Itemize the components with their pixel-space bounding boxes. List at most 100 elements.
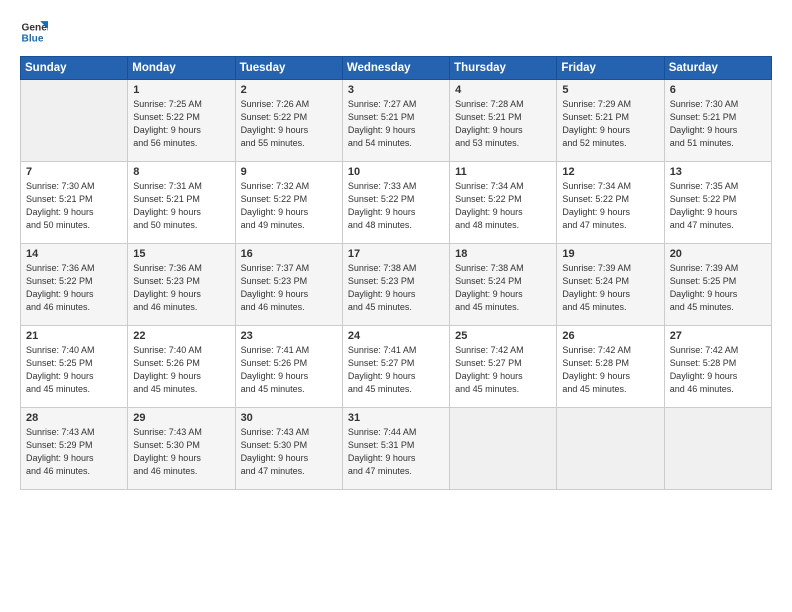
calendar-cell: 15 Sunrise: 7:36 AM Sunset: 5:23 PM Dayli… [128,244,235,326]
calendar-cell: 21 Sunrise: 7:40 AM Sunset: 5:25 PM Dayli… [21,326,128,408]
day-info: Sunrise: 7:25 AM Sunset: 5:22 PM Dayligh… [133,98,230,150]
calendar-cell: 31Sunrise: 7:44 AM Sunset: 5:31 PM Dayli… [342,408,449,490]
calendar-cell: 13 Sunrise: 7:35 AM Sunset: 5:22 PM Dayli… [664,162,771,244]
calendar-cell: 20 Sunrise: 7:39 AM Sunset: 5:25 PM Dayli… [664,244,771,326]
day-number: 29 [133,412,230,424]
svg-text:Blue: Blue [22,33,44,44]
day-number: 2 [241,84,338,96]
day-info: Sunrise: 7:29 AM Sunset: 5:21 PM Dayligh… [562,98,659,150]
weekday-header: Wednesday [342,57,449,80]
day-info: Sunrise: 7:27 AM Sunset: 5:21 PM Dayligh… [348,98,445,150]
day-number: 23 [241,330,338,342]
day-number: 15 [133,248,230,260]
weekday-header: Monday [128,57,235,80]
logo: General Blue [20,18,48,46]
day-number: 24 [348,330,445,342]
day-info: Sunrise: 7:32 AM Sunset: 5:22 PM Dayligh… [241,180,338,232]
calendar-cell: 26Sunrise: 7:42 AM Sunset: 5:28 PM Dayli… [557,326,664,408]
day-info: Sunrise: 7:39 AM Sunset: 5:25 PM Dayligh… [670,262,767,314]
day-number: 11 [455,166,552,178]
day-info: Sunrise: 7:30 AM Sunset: 5:21 PM Dayligh… [26,180,123,232]
calendar-cell: 30 Sunrise: 7:43 AM Sunset: 5:30 PM Dayli… [235,408,342,490]
calendar-cell: 25 Sunrise: 7:42 AM Sunset: 5:27 PM Dayli… [450,326,557,408]
calendar-cell: 1 Sunrise: 7:25 AM Sunset: 5:22 PM Daylig… [128,80,235,162]
calendar-cell: 18 Sunrise: 7:38 AM Sunset: 5:24 PM Dayli… [450,244,557,326]
calendar-cell: 29Sunrise: 7:43 AM Sunset: 5:30 PM Dayli… [128,408,235,490]
day-info: Sunrise: 7:38 AM Sunset: 5:24 PM Dayligh… [455,262,552,314]
day-info: Sunrise: 7:35 AM Sunset: 5:22 PM Dayligh… [670,180,767,232]
day-number: 16 [241,248,338,260]
day-number: 30 [241,412,338,424]
day-info: Sunrise: 7:36 AM Sunset: 5:22 PM Dayligh… [26,262,123,314]
weekday-header: Friday [557,57,664,80]
calendar-cell: 5 Sunrise: 7:29 AM Sunset: 5:21 PM Daylig… [557,80,664,162]
day-number: 14 [26,248,123,260]
calendar-cell [450,408,557,490]
calendar-cell: 3 Sunrise: 7:27 AM Sunset: 5:21 PM Daylig… [342,80,449,162]
day-info: Sunrise: 7:38 AM Sunset: 5:23 PM Dayligh… [348,262,445,314]
day-info: Sunrise: 7:34 AM Sunset: 5:22 PM Dayligh… [455,180,552,232]
calendar-cell: 7 Sunrise: 7:30 AM Sunset: 5:21 PM Daylig… [21,162,128,244]
calendar-cell: 9 Sunrise: 7:32 AM Sunset: 5:22 PM Daylig… [235,162,342,244]
calendar-cell [664,408,771,490]
weekday-header: Thursday [450,57,557,80]
day-number: 17 [348,248,445,260]
calendar-cell: 2Sunrise: 7:26 AM Sunset: 5:22 PM Daylig… [235,80,342,162]
day-number: 4 [455,84,552,96]
calendar-cell: 28 Sunrise: 7:43 AM Sunset: 5:29 PM Dayli… [21,408,128,490]
day-number: 20 [670,248,767,260]
day-info: Sunrise: 7:31 AM Sunset: 5:21 PM Dayligh… [133,180,230,232]
weekday-header: Saturday [664,57,771,80]
calendar-cell: 4 Sunrise: 7:28 AM Sunset: 5:21 PM Daylig… [450,80,557,162]
day-number: 18 [455,248,552,260]
calendar-cell: 27 Sunrise: 7:42 AM Sunset: 5:28 PM Dayli… [664,326,771,408]
day-info: Sunrise: 7:34 AM Sunset: 5:22 PM Dayligh… [562,180,659,232]
day-info: Sunrise: 7:40 AM Sunset: 5:25 PM Dayligh… [26,344,123,396]
day-info: Sunrise: 7:36 AM Sunset: 5:23 PM Dayligh… [133,262,230,314]
calendar-cell [557,408,664,490]
calendar-cell: 19 Sunrise: 7:39 AM Sunset: 5:24 PM Dayli… [557,244,664,326]
day-info: Sunrise: 7:42 AM Sunset: 5:27 PM Dayligh… [455,344,552,396]
day-number: 27 [670,330,767,342]
day-number: 1 [133,84,230,96]
day-number: 26 [562,330,659,342]
day-number: 9 [241,166,338,178]
day-number: 28 [26,412,123,424]
day-number: 19 [562,248,659,260]
calendar-cell: 10 Sunrise: 7:33 AM Sunset: 5:22 PM Dayli… [342,162,449,244]
day-number: 3 [348,84,445,96]
day-info: Sunrise: 7:41 AM Sunset: 5:26 PM Dayligh… [241,344,338,396]
day-number: 12 [562,166,659,178]
calendar-table: SundayMondayTuesdayWednesdayThursdayFrid… [20,56,772,490]
day-number: 5 [562,84,659,96]
day-number: 7 [26,166,123,178]
day-info: Sunrise: 7:37 AM Sunset: 5:23 PM Dayligh… [241,262,338,314]
logo-icon: General Blue [20,18,48,46]
calendar-cell: 11 Sunrise: 7:34 AM Sunset: 5:22 PM Dayli… [450,162,557,244]
calendar-cell: 14 Sunrise: 7:36 AM Sunset: 5:22 PM Dayli… [21,244,128,326]
day-number: 6 [670,84,767,96]
day-info: Sunrise: 7:39 AM Sunset: 5:24 PM Dayligh… [562,262,659,314]
header: General Blue [20,18,772,46]
calendar-cell: 17 Sunrise: 7:38 AM Sunset: 5:23 PM Dayli… [342,244,449,326]
day-number: 25 [455,330,552,342]
day-info: Sunrise: 7:43 AM Sunset: 5:29 PM Dayligh… [26,426,123,478]
day-number: 8 [133,166,230,178]
day-info: Sunrise: 7:28 AM Sunset: 5:21 PM Dayligh… [455,98,552,150]
day-number: 10 [348,166,445,178]
calendar-cell: 16 Sunrise: 7:37 AM Sunset: 5:23 PM Dayli… [235,244,342,326]
calendar-cell: 8 Sunrise: 7:31 AM Sunset: 5:21 PM Daylig… [128,162,235,244]
day-number: 21 [26,330,123,342]
day-info: Sunrise: 7:43 AM Sunset: 5:30 PM Dayligh… [241,426,338,478]
day-info: Sunrise: 7:42 AM Sunset: 5:28 PM Dayligh… [670,344,767,396]
day-info: Sunrise: 7:40 AM Sunset: 5:26 PM Dayligh… [133,344,230,396]
day-number: 13 [670,166,767,178]
day-info: Sunrise: 7:33 AM Sunset: 5:22 PM Dayligh… [348,180,445,232]
calendar-cell: 12 Sunrise: 7:34 AM Sunset: 5:22 PM Dayli… [557,162,664,244]
calendar-cell [21,80,128,162]
day-info: Sunrise: 7:41 AM Sunset: 5:27 PM Dayligh… [348,344,445,396]
day-info: Sunrise: 7:30 AM Sunset: 5:21 PM Dayligh… [670,98,767,150]
day-number: 22 [133,330,230,342]
calendar-cell: 22 Sunrise: 7:40 AM Sunset: 5:26 PM Dayli… [128,326,235,408]
calendar-cell: 6 Sunrise: 7:30 AM Sunset: 5:21 PM Daylig… [664,80,771,162]
